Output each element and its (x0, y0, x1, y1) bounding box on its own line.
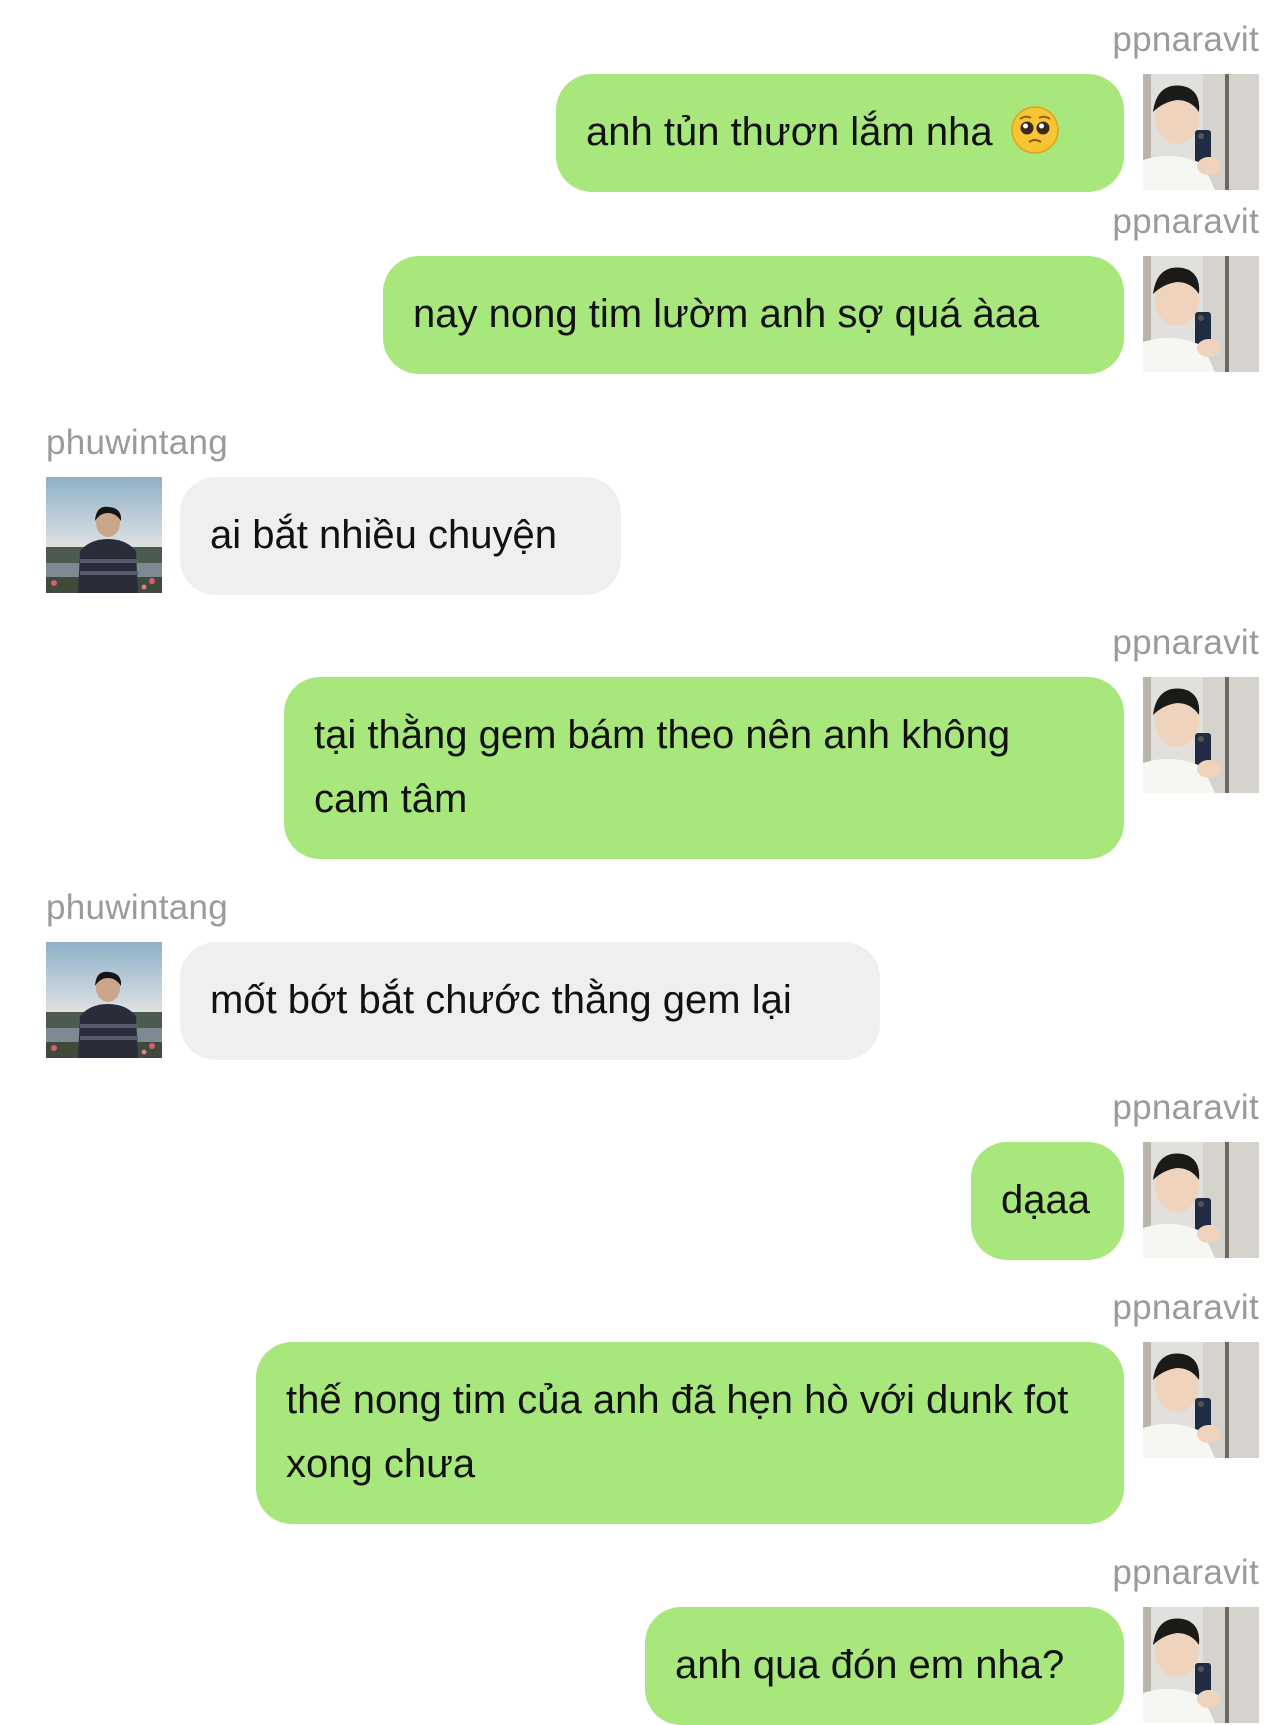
sender-name: phuwintang (46, 888, 229, 927)
message-text: anh qua đón em nha? (675, 1643, 1065, 1687)
message-bubble[interactable]: anh qua đón em nha? (645, 1607, 1124, 1725)
message-bubble[interactable]: tại thằng gem bám theo nên anh không cam… (284, 677, 1124, 859)
sender-name: phuwintang (46, 423, 229, 462)
avatar-phuwintang[interactable] (46, 477, 162, 593)
avatar-ppnaravit[interactable] (1143, 677, 1259, 793)
chat-thread: ppnaravit anh tủn thươn lắm nha ppnaravi… (0, 0, 1284, 1725)
avatar-ppnaravit[interactable] (1143, 1607, 1259, 1723)
sender-name: ppnaravit (1112, 1088, 1259, 1127)
message-text: ai bắt nhiều chuyện (210, 513, 557, 557)
sender-name: ppnaravit (1112, 1553, 1259, 1592)
sender-name: ppnaravit (1112, 1288, 1259, 1327)
avatar-ppnaravit[interactable] (1143, 1342, 1259, 1458)
message-text: nay nong tim lườm anh sợ quá àaa (413, 292, 1040, 336)
sender-name: ppnaravit (1112, 623, 1259, 662)
avatar-phuwintang[interactable] (46, 942, 162, 1058)
sender-name: ppnaravit (1112, 20, 1259, 59)
avatar-ppnaravit[interactable] (1143, 74, 1259, 190)
message-bubble[interactable]: mốt bớt bắt chước thằng gem lại (180, 942, 880, 1060)
message-bubble[interactable]: nay nong tim lườm anh sợ quá àaa (383, 256, 1124, 374)
message-text: tại thằng gem bám theo nên anh không cam… (314, 713, 1011, 821)
message-bubble[interactable]: ai bắt nhiều chuyện (180, 477, 621, 595)
sender-name: ppnaravit (1112, 202, 1259, 241)
message-text: dạaa (1001, 1178, 1090, 1222)
pleading-face-icon (1010, 105, 1060, 155)
message-bubble[interactable]: anh tủn thươn lắm nha (556, 74, 1124, 192)
avatar-ppnaravit[interactable] (1143, 1142, 1259, 1258)
message-text: thế nong tim của anh đã hẹn hò với dunk … (286, 1378, 1069, 1486)
message-text: mốt bớt bắt chước thằng gem lại (210, 978, 792, 1022)
avatar-ppnaravit[interactable] (1143, 256, 1259, 372)
message-bubble[interactable]: thế nong tim của anh đã hẹn hò với dunk … (256, 1342, 1124, 1524)
message-text: anh tủn thươn lắm nha (586, 110, 993, 154)
message-bubble[interactable]: dạaa (971, 1142, 1124, 1260)
